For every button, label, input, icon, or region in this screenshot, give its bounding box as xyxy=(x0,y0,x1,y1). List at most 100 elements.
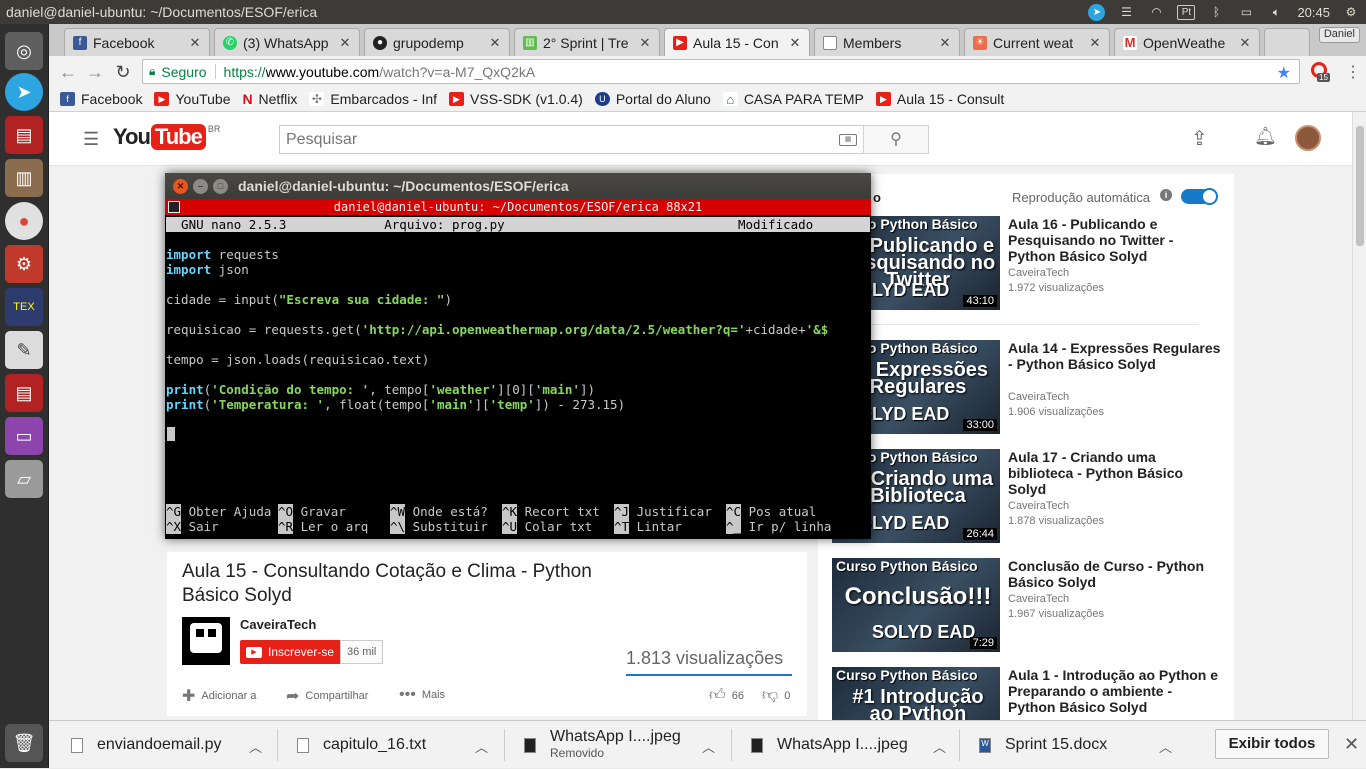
recommendation-title[interactable]: Aula 1 - Introdução ao Python e Preparan… xyxy=(1008,667,1222,715)
close-icon[interactable]: ✕ xyxy=(1087,35,1103,51)
download-item[interactable]: capitulo_16.txt ︿ xyxy=(297,721,497,769)
page-scrollbar[interactable] xyxy=(1352,112,1366,720)
search-input[interactable]: Pesquisar ▦ xyxy=(279,125,864,154)
add-to-button[interactable]: ✚ Adicionar a xyxy=(182,686,256,706)
nano-editor[interactable]: GNU nano 2.5.3 Arquivo: prog.py Modifica… xyxy=(166,215,870,539)
avatar[interactable] xyxy=(1295,125,1321,151)
files-icon[interactable]: ▥ xyxy=(5,159,43,197)
bookmark-star-icon[interactable]: ★ xyxy=(1277,63,1291,83)
download-item[interactable]: WhatsApp I....jpeg ︿ xyxy=(751,721,951,769)
recommendation-title[interactable]: Aula 16 - Publicando e Pesquisando no Tw… xyxy=(1008,216,1222,264)
tex-icon[interactable]: TEX xyxy=(5,288,43,326)
presentation2-icon[interactable]: ▤ xyxy=(5,374,43,412)
chevron-up-icon[interactable]: ︿ xyxy=(702,737,715,756)
recommendation-item[interactable]: Curso Python Básico 14 Expressões Regula… xyxy=(832,340,1222,434)
scrollbar-thumb[interactable] xyxy=(1356,126,1364,246)
terminal-titlebar[interactable]: ✕ – □ daniel@daniel-ubuntu: ~/Documentos… xyxy=(165,173,871,199)
close-icon[interactable]: ✕ xyxy=(1237,35,1253,51)
download-item[interactable]: WhatsApp I....jpeg Removido ︿ xyxy=(524,721,724,769)
bookmark-youtube[interactable]: ▶ YouTube xyxy=(154,91,231,107)
close-icon[interactable]: ✕ xyxy=(187,35,203,51)
bookmark-aula-15[interactable]: ▶ Aula 15 - Consult xyxy=(875,91,1004,107)
volume-icon[interactable]: 🔈︎ xyxy=(1267,4,1285,20)
upload-icon[interactable]: ⇪ xyxy=(1191,126,1208,151)
keyboard-layout-indicator[interactable]: Pt xyxy=(1177,4,1196,20)
reload-icon[interactable]: ↻ xyxy=(112,61,134,83)
channel-avatar[interactable] xyxy=(182,617,230,665)
trash-icon[interactable]: 🗑︎ xyxy=(5,724,43,762)
video-thumbnail[interactable]: Curso Python Básico Conclusão!!! SOLYD E… xyxy=(832,558,1000,652)
bookmark-facebook[interactable]: f Facebook xyxy=(60,91,142,107)
chevron-up-icon[interactable]: ︿ xyxy=(475,737,488,756)
dislike-button[interactable]: 👎︎ 0 xyxy=(762,686,790,705)
hamburger-menu-icon[interactable]: ☰ xyxy=(83,129,99,150)
close-icon[interactable]: ✕ xyxy=(487,35,503,51)
tab-members[interactable]: Members ✕ xyxy=(814,28,960,56)
close-icon[interactable]: ✕ xyxy=(637,35,653,51)
new-tab-button[interactable] xyxy=(1264,28,1310,56)
power-icon[interactable]: ⚙ xyxy=(1342,4,1360,20)
youtube-logo[interactable]: You Tube BR xyxy=(113,124,220,150)
chevron-up-icon[interactable]: ︿ xyxy=(1159,737,1172,756)
chevron-up-icon[interactable]: ︿ xyxy=(249,737,262,756)
menu-kebab-icon[interactable]: ⋮ xyxy=(1345,62,1361,82)
bookmark-netflix[interactable]: N Netflix xyxy=(242,91,297,107)
presentation-icon[interactable]: ▤ xyxy=(5,116,43,154)
telegram-tray-icon[interactable]: ➤ xyxy=(1088,3,1106,21)
subscribe-button[interactable]: ▶ Inscrever-se xyxy=(240,640,343,664)
tab-trello[interactable]: ▥ 2° Sprint | Tre ✕ xyxy=(514,28,660,56)
recommendation-item[interactable]: Curso Python Básico 17 Criando uma Bibli… xyxy=(832,449,1222,543)
wifi-icon[interactable]: ◠ xyxy=(1147,4,1165,20)
recommendation-title[interactable]: Aula 14 - Expressões Regulares - Python … xyxy=(1008,340,1222,372)
like-button[interactable]: 👍︎ 66 xyxy=(709,686,744,705)
recommendation-title[interactable]: Aula 17 - Criando uma biblioteca - Pytho… xyxy=(1008,449,1222,497)
tab-current-weather[interactable]: ☀ Current weat ✕ xyxy=(964,28,1110,56)
clock[interactable]: 20:45 xyxy=(1297,5,1330,20)
tab-gmail[interactable]: M OpenWeathe ✕ xyxy=(1114,28,1260,56)
terminal-window[interactable]: ✕ – □ daniel@daniel-ubuntu: ~/Documentos… xyxy=(165,173,871,539)
telegram-icon[interactable]: ➤ xyxy=(5,73,43,111)
recommendation-item[interactable]: Curso Python Básico Conclusão!!! SOLYD E… xyxy=(832,558,1222,652)
recommendation-item[interactable]: Curso Python Básico #1 Introdução ao Pyt… xyxy=(832,667,1222,720)
chevron-up-icon[interactable]: ︿ xyxy=(933,737,946,756)
keyboard-icon[interactable]: ▦ xyxy=(839,134,857,146)
drive-icon[interactable]: ▱ xyxy=(5,460,43,498)
profile-button[interactable]: Daniel xyxy=(1318,27,1360,43)
share-button[interactable]: ➦ Compartilhar xyxy=(286,686,368,706)
bookmark-portal-aluno[interactable]: U Portal do Aluno xyxy=(594,91,711,107)
close-icon[interactable]: ✕ xyxy=(337,35,353,51)
tab-youtube-active[interactable]: ▶ Aula 15 - Con ✕ xyxy=(664,28,810,56)
recommendation-title[interactable]: Conclusão de Curso - Python Básico Solyd xyxy=(1008,558,1222,590)
forward-icon[interactable]: → xyxy=(84,61,106,83)
autoplay-toggle[interactable] xyxy=(1181,188,1218,205)
video-thumbnail[interactable]: Curso Python Básico #1 Introdução ao Pyt… xyxy=(832,667,1000,720)
bluetooth-icon[interactable]: ᛒ xyxy=(1207,4,1225,20)
tab-github[interactable]: ● grupodemp ✕ xyxy=(364,28,510,56)
download-item[interactable]: enviandoemail.py ︿ xyxy=(71,721,271,769)
menu-tray-icon[interactable]: ☰ xyxy=(1117,4,1135,20)
settings-icon[interactable]: ⚙ xyxy=(5,245,43,283)
dash-icon[interactable]: ◎ xyxy=(5,32,43,70)
download-item[interactable]: W Sprint 15.docx ︿ xyxy=(979,721,1179,769)
bookmark-embarcados[interactable]: ✣ Embarcados - Inf xyxy=(309,91,437,107)
bookmark-casa[interactable]: ⌂ CASA PARA TEMP xyxy=(722,91,864,107)
editor-icon[interactable]: ✎ xyxy=(5,331,43,369)
window-icon[interactable]: ▭ xyxy=(5,417,43,455)
chrome-icon[interactable]: ● xyxy=(5,202,43,240)
bell-icon[interactable]: 🔔︎ xyxy=(1254,126,1277,147)
recommendation-item[interactable]: Curso Python Básico 16 Publicando e Pesq… xyxy=(832,216,1222,310)
show-all-downloads-button[interactable]: Exibir todos xyxy=(1215,729,1329,759)
bookmark-vss-sdk[interactable]: ▶ VSS-SDK (v1.0.4) xyxy=(449,91,583,107)
minimize-window-icon[interactable]: – xyxy=(193,179,208,194)
maximize-window-icon[interactable]: □ xyxy=(213,179,228,194)
tab-whatsapp[interactable]: ✆ (3) WhatsApp ✕ xyxy=(214,28,360,56)
tab-facebook[interactable]: f Facebook ✕ xyxy=(64,28,210,56)
more-button[interactable]: ••• Mais xyxy=(399,686,445,704)
back-icon[interactable]: ← xyxy=(57,61,79,83)
battery-icon[interactable]: ▭ xyxy=(1237,4,1255,20)
close-icon[interactable]: ✕ xyxy=(787,35,803,51)
close-icon[interactable]: ✕ xyxy=(937,35,953,51)
close-window-icon[interactable]: ✕ xyxy=(173,179,188,194)
address-bar[interactable]: 🔒︎ Seguro https://www.youtube.com/watch?… xyxy=(142,59,1300,84)
search-button[interactable]: ⚲ xyxy=(863,125,929,154)
